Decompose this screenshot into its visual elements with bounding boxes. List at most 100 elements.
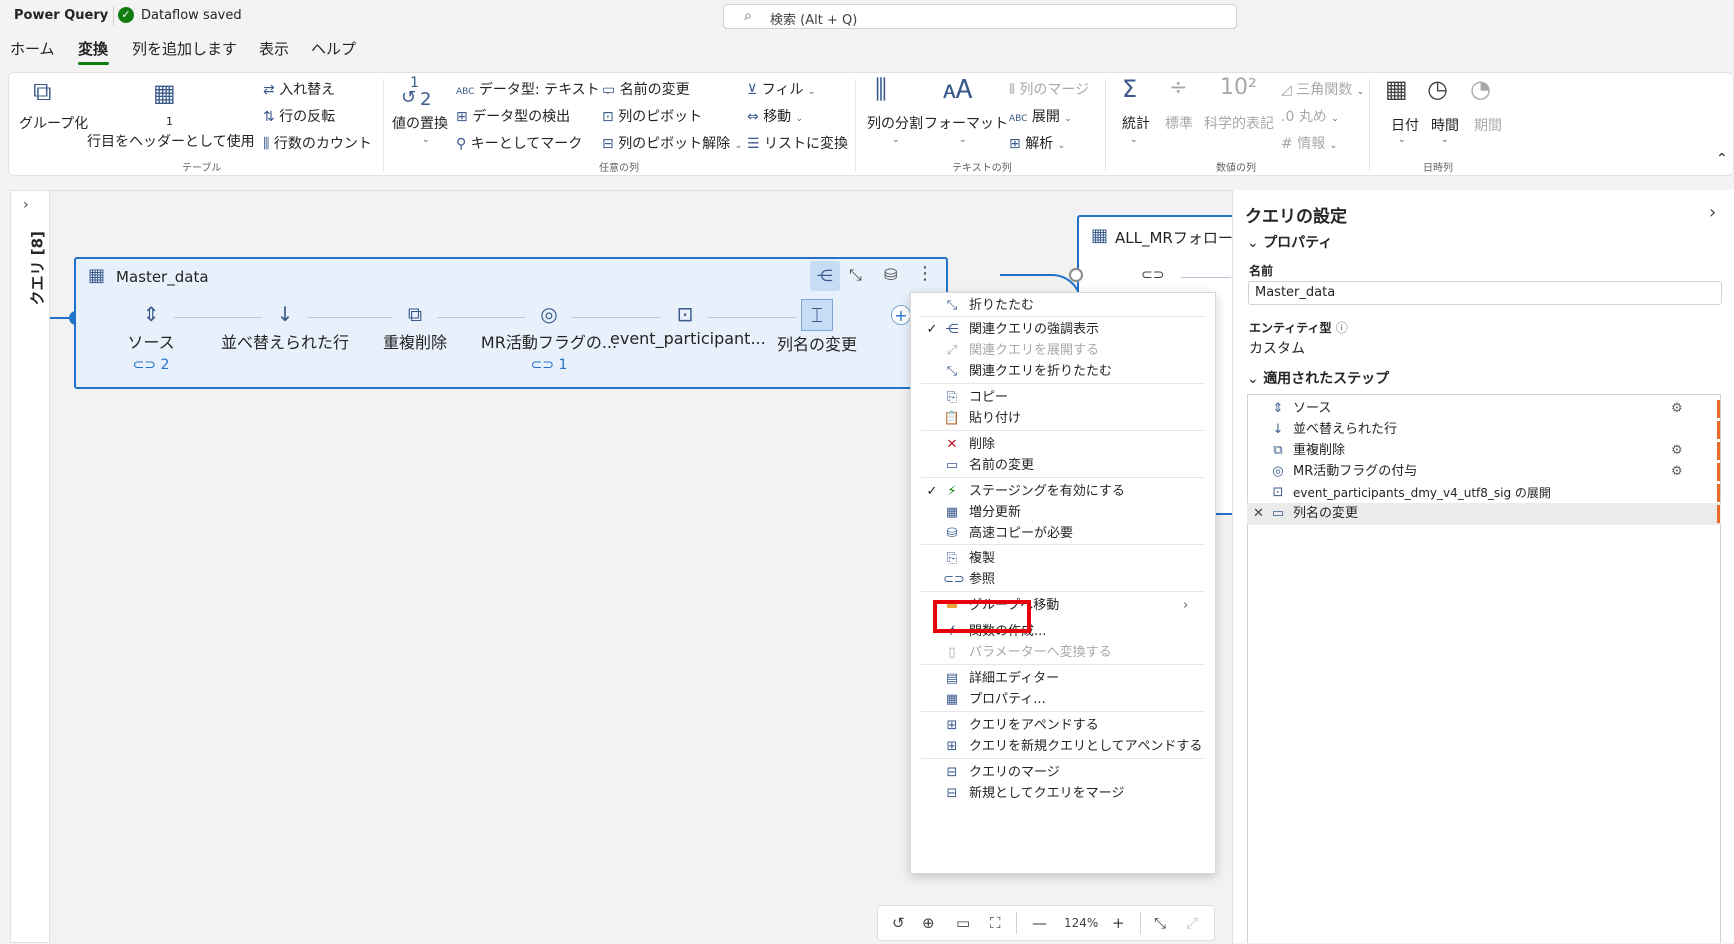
menu-item-8[interactable]: ▭ 名前の変更 [911, 455, 1215, 477]
tab-transform[interactable]: 変換 [78, 38, 108, 59]
extract-button[interactable]: ABC 展開 ⌄ [1009, 106, 1072, 126]
search-box[interactable]: ⌕ 検索 (Alt + Q) [723, 4, 1237, 29]
menu-item-7[interactable]: ✕ 削除 [911, 434, 1215, 456]
expand-all-icon[interactable]: ⤢ [1186, 914, 1198, 932]
menu-item-3[interactable]: ⤢ 関連クエリを展開する [911, 340, 1215, 362]
tab-add-column[interactable]: 列を追加します [132, 38, 237, 59]
mark-as-key-button[interactable]: ⚲ キーとしてマーク [456, 133, 582, 153]
time-button[interactable]: 時間 [1431, 115, 1459, 135]
name-field[interactable]: Master_data [1248, 281, 1722, 305]
add-step-icon[interactable]: + [891, 305, 911, 325]
tab-home[interactable]: ホーム [10, 38, 55, 59]
ribbon-divider [855, 79, 856, 171]
standard-button[interactable]: 標準 [1165, 113, 1193, 133]
use-first-row-button[interactable]: 行目をヘッダーとして使用 [87, 131, 255, 151]
step-source[interactable]: ⇕ ソース ⊂⊃ 2 [76, 299, 226, 373]
gear-icon[interactable]: ⚙ [1671, 398, 1683, 420]
unpivot-button[interactable]: ⊟ 列のピボット解除 ⌄ [602, 133, 742, 153]
menu-item-18[interactable]: ▦ プロパティ... [911, 689, 1215, 711]
applied-step-item[interactable]: ⇕ ソース ⚙ [1247, 398, 1721, 420]
menu-item-5[interactable]: ⎘ コピー [911, 387, 1215, 409]
step-sorted-rows[interactable]: ↓ 並べ替えられた行 [210, 299, 360, 353]
applied-step-item[interactable]: ⧉ 重複削除 ⚙ [1247, 440, 1721, 462]
group-by-button[interactable]: グループ化 [19, 113, 88, 133]
fit-to-screen-icon[interactable]: ▭ [956, 914, 970, 932]
expand-chevron-icon[interactable]: › [23, 197, 29, 213]
step-mr-flag[interactable]: ◎ MR活動フラグの... ⊂⊃ 1 [474, 299, 624, 373]
collapse-panel-icon[interactable]: › [1709, 202, 1716, 223]
rename-button[interactable]: ▭ 名前の変更 [602, 79, 690, 99]
queries-pane-label[interactable]: クエリ [8] [27, 231, 48, 305]
split-column-button[interactable]: 列の分割 [867, 113, 923, 133]
menu-item-13[interactable]: ⊂⊃ 参照 [911, 569, 1215, 591]
menu-item-22[interactable]: ⊟ 新規としてクエリをマージ [911, 783, 1215, 805]
query-card-master-data[interactable]: ▦ Master_data ⋲ ⤡ ⛁ ⋮ ⇕ ソース ⊂⊃ 2 ↓ 並べ替えら… [74, 257, 948, 389]
collapse-icon[interactable]: ⤡ [849, 265, 862, 285]
more-options-icon[interactable]: ⋮ [916, 263, 934, 284]
menu-item-1[interactable]: ⤡ 折りたたむ [911, 295, 1215, 317]
zoom-out-icon[interactable]: — [1032, 914, 1047, 932]
collapse-all-icon[interactable]: ⤡ [1154, 914, 1166, 932]
gear-icon[interactable]: ⚙ [1671, 461, 1683, 483]
menu-item-11[interactable]: ⛁ 高速コピーが必要 [911, 523, 1215, 545]
database-icon[interactable]: ⛁ [884, 265, 897, 284]
duration-button[interactable]: 期間 [1474, 115, 1502, 135]
applied-step-item[interactable]: ↓ 並べ替えられた行 [1247, 419, 1721, 441]
applied-step-label: ソース [1293, 401, 1332, 416]
calendar-icon: ▦ [1385, 75, 1408, 103]
statistics-button[interactable]: 統計 [1122, 113, 1150, 133]
menu-item-16[interactable]: ▯ パラメーターへ変換する [911, 642, 1215, 664]
chevron-down-icon: ⌄ [1247, 235, 1259, 251]
zoom-in-icon[interactable]: + [1112, 914, 1125, 932]
menu-item-9[interactable]: ✓ ⚡ ステージングを有効にする [911, 481, 1215, 503]
search-placeholder[interactable]: 検索 (Alt + Q) [770, 9, 857, 28]
pivot-button[interactable]: ⊡ 列のピボット [602, 106, 702, 126]
rounding-button[interactable]: .0 丸め ⌄ [1281, 106, 1339, 126]
applied-step-item[interactable]: ✕ ▭ 列名の変更 [1247, 503, 1721, 525]
menu-item-20[interactable]: ⊞ クエリを新規クエリとしてアペンドする [911, 736, 1215, 758]
tab-view[interactable]: 表示 [259, 38, 289, 59]
name-value[interactable]: Master_data [1255, 285, 1335, 300]
rename-icon: ▭ [602, 82, 616, 98]
menu-item-17[interactable]: ▤ 詳細エディター [911, 668, 1215, 690]
properties-section[interactable]: ⌄ プロパティ [1247, 232, 1332, 252]
menu-item-12[interactable]: ⎘ 複製 [911, 548, 1215, 570]
menu-item-2[interactable]: ✓ ⋲ 関連クエリの強調表示 [911, 319, 1215, 341]
step-rename-columns[interactable]: ⌶ 列名の変更 [742, 299, 892, 355]
applied-steps-section[interactable]: ⌄ 適用されたステップ [1247, 368, 1389, 388]
detect-type-button[interactable]: ⊞ データ型の検出 [456, 106, 570, 126]
share-related-icon[interactable]: ⋲ [810, 261, 840, 291]
info-button[interactable]: # 情報 ⌄ [1281, 133, 1337, 153]
map-icon[interactable]: ⛶ [990, 914, 1001, 932]
transpose-button[interactable]: ⇄ 入れ替え [263, 79, 335, 99]
reset-view-icon[interactable]: ↺ [892, 914, 905, 932]
trig-button[interactable]: ◿ 三角関数 ⌄ [1281, 79, 1364, 99]
applied-step-item[interactable]: ⊡ event_participants_dmy_v4_utf8_sig の展開 [1247, 482, 1721, 504]
move-button[interactable]: ⇔ 移動 ⌄ [747, 106, 803, 126]
collapse-ribbon-icon[interactable]: ⌃ [1716, 151, 1728, 167]
step-remove-duplicates[interactable]: ⧉ 重複削除 [340, 299, 490, 353]
focus-icon[interactable]: ⊕ [922, 914, 935, 932]
menu-item-10[interactable]: ▦ 増分更新 [911, 502, 1215, 524]
gear-icon[interactable]: ⚙ [1671, 440, 1683, 462]
replace-values-button[interactable]: 値の置換 [392, 113, 448, 133]
applied-step-item[interactable]: ◎ MR活動フラグの付与 ⚙ [1247, 461, 1721, 483]
format-button[interactable]: フォーマット [924, 113, 1008, 133]
reverse-rows-button[interactable]: ⇅ 行の反転 [263, 106, 335, 126]
menu-item-21[interactable]: ⊟ クエリのマージ [911, 762, 1215, 784]
data-type-button[interactable]: ABC データ型: テキスト ⌄ [456, 79, 612, 99]
scientific-button[interactable]: 科学的表記 [1204, 113, 1274, 133]
menu-item-19[interactable]: ⊞ クエリをアペンドする [911, 715, 1215, 737]
date-button[interactable]: 日付 [1391, 115, 1419, 135]
count-rows-button[interactable]: ⫼ 行数のカウント [263, 133, 372, 153]
step-expand-event[interactable]: ⊡ event_participant... [610, 299, 766, 348]
delete-step-icon[interactable]: ✕ [1253, 503, 1264, 525]
chevron-down-icon: ⌄ [734, 141, 743, 151]
tab-help[interactable]: ヘルプ [311, 38, 356, 59]
parse-button[interactable]: ⊞ 解析 ⌄ [1009, 133, 1065, 153]
fill-button[interactable]: ⊻ フィル ⌄ [747, 79, 815, 99]
menu-item-4[interactable]: ⤡ 関連クエリを折りたたむ [911, 361, 1215, 383]
menu-item-6[interactable]: 📋 貼り付け [911, 408, 1215, 430]
convert-to-list-button[interactable]: ☰ リストに変換 [747, 133, 848, 153]
merge-columns-button[interactable]: ⫴ 列のマージ [1009, 79, 1089, 99]
